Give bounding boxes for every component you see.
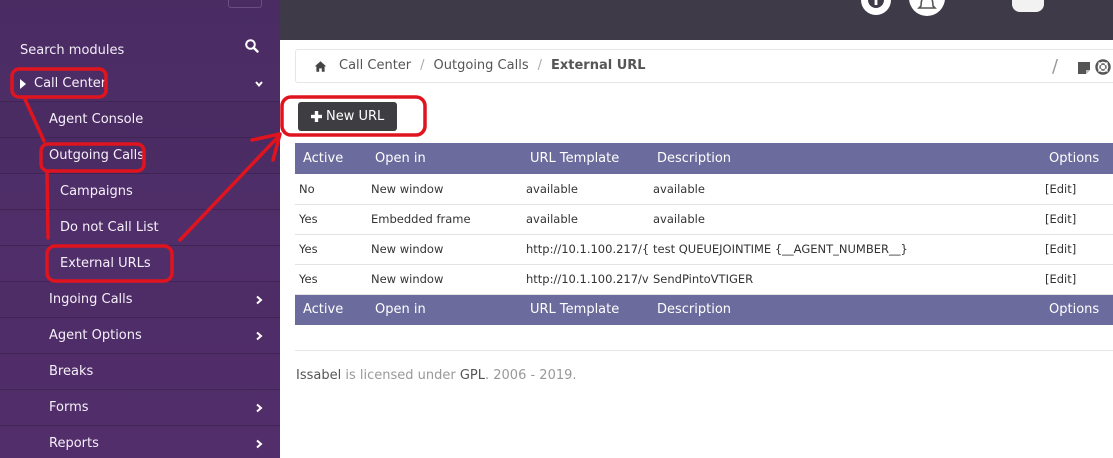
column-header-url-template: URL Template [522,143,649,174]
home-icon[interactable] [314,60,327,73]
sidebar-nav: Call Center Agent Console Outgoing Calls… [0,66,280,458]
table-footer-row: Active Open in URL Template Description … [295,294,1113,325]
breadcrumb-separator: / [537,58,542,73]
edit-link[interactable]: [Edit] [1041,264,1113,295]
sidebar-item-label: Breaks [49,364,94,379]
cell-active: No [295,174,367,205]
footer-brand-link[interactable]: Issabel [296,368,341,383]
footer-license-link[interactable]: GPL [460,368,485,383]
new-url-label: New URL [326,109,385,124]
column-header-active: Active [295,143,367,174]
breadcrumb-trail: Call Center / Outgoing Calls / External URL [339,58,646,73]
bell-icon[interactable] [908,0,946,18]
sidebar-item-agent-console[interactable]: Agent Console [0,102,280,138]
cell-active: Yes [295,264,367,295]
sidebar-item-label: Forms [49,400,89,415]
cell-url-template: available [522,204,649,235]
cell-active: Yes [295,234,367,265]
sidebar-item-campaigns[interactable]: Campaigns [0,174,280,210]
sidebar-item-label: Agent Console [49,112,144,127]
cell-open-in: New window [367,174,522,205]
cell-open-in: New window [367,264,522,295]
sidebar: Search modules Call Center Agent Console… [0,0,280,458]
search-icon[interactable] [244,38,260,54]
table-row: Yes New window http://10.1.100.217/{ tes… [295,234,1113,265]
breadcrumb: Call Center / Outgoing Calls / External URL … [295,49,1113,83]
column-footer-active: Active [295,294,367,325]
chevron-down-icon [255,81,263,88]
table-row: Yes Embedded frame available available [… [295,204,1113,235]
cell-active: Yes [295,204,367,235]
sidebar-item-label: Call Center [34,76,107,91]
table-header-row: Active Open in URL Template Description … [295,143,1113,174]
column-footer-url-template: URL Template [522,294,649,325]
footer-years: . 2006 - 2019. [485,368,577,383]
sidebar-item-forms[interactable]: Forms [0,390,280,426]
chevron-right-icon [256,403,263,413]
sidebar-item-label: Do not Call List [60,220,159,235]
note-icon[interactable] [1077,61,1091,75]
sidebar-item-label: Outgoing Calls [49,148,145,163]
sidebar-item-outgoing-calls[interactable]: Outgoing Calls [0,138,280,174]
sidebar-item-reports[interactable]: Reports [0,426,280,458]
edit-link[interactable]: [Edit] [1041,234,1113,265]
search-modules-label: Search modules [20,43,125,58]
sidebar-item-label: Agent Options [49,328,142,343]
info-icon[interactable] [860,0,892,18]
sidebar-item-ingoing-calls[interactable]: Ingoing Calls [0,282,280,318]
cell-url-template: available [522,174,649,205]
toolbar-divider: / [1052,56,1059,77]
footer-text: is licensed under [341,368,460,383]
cell-url-template: http://10.1.100.217/v [522,264,649,295]
cell-description: available [649,204,1041,235]
cell-open-in: New window [367,234,522,265]
chevron-right-icon [256,439,263,449]
footer-divider [295,350,1113,351]
column-header-open-in: Open in [367,143,522,174]
column-footer-options: Options [1041,294,1113,325]
chevron-right-icon [256,295,263,305]
sidebar-item-external-urls[interactable]: External URLs [0,246,280,282]
new-url-button[interactable]: New URL [298,102,397,131]
cell-url-template: http://10.1.100.217/{ [522,234,649,265]
sidebar-item-call-center[interactable]: Call Center [0,66,280,102]
main-content: Call Center / Outgoing Calls / External URL … [280,40,1113,458]
table-row: Yes New window http://10.1.100.217/v Sen… [295,264,1113,295]
cell-description: test QUEUEJOINTIME {__AGENT_NUMBER__} [649,234,1041,265]
cell-description: available [649,174,1041,205]
edit-link[interactable]: [Edit] [1041,204,1113,235]
sidebar-item-breaks[interactable]: Breaks [0,354,280,390]
column-header-options: Options [1041,143,1113,174]
column-footer-open-in: Open in [367,294,522,325]
column-footer-description: Description [649,294,1041,325]
column-header-description: Description [649,143,1041,174]
sidebar-item-agent-options[interactable]: Agent Options [0,318,280,354]
sidebar-item-label: Reports [49,436,99,451]
breadcrumb-item-external-url: External URL [551,58,646,73]
search-modules[interactable]: Search modules [20,39,260,62]
sidebar-item-do-not-call-list[interactable]: Do not Call List [0,210,280,246]
chevron-right-icon [256,331,263,341]
sidebar-item-label: Campaigns [60,184,133,199]
breadcrumb-item-outgoing-calls[interactable]: Outgoing Calls [434,58,529,73]
topbar [280,0,1113,40]
breadcrumb-separator: / [420,58,425,73]
plus-icon [311,111,322,122]
sidebar-item-label: Ingoing Calls [49,292,133,307]
sidebar-toggle-button[interactable] [228,0,262,8]
breadcrumb-item-call-center[interactable]: Call Center [339,58,411,73]
table-row: No New window available available [Edit] [295,174,1113,205]
cell-open-in: Embedded frame [367,204,522,235]
external-url-table: Active Open in URL Template Description … [295,143,1113,325]
edit-link[interactable]: [Edit] [1041,174,1113,205]
avatar[interactable] [1012,0,1044,12]
caret-right-icon [20,79,26,89]
footer: Issabel is licensed under GPL. 2006 - 20… [296,368,577,383]
cell-description: SendPintoVTIGER [649,264,1041,295]
sidebar-item-label: External URLs [60,256,151,271]
lifebuoy-icon[interactable] [1095,59,1111,75]
